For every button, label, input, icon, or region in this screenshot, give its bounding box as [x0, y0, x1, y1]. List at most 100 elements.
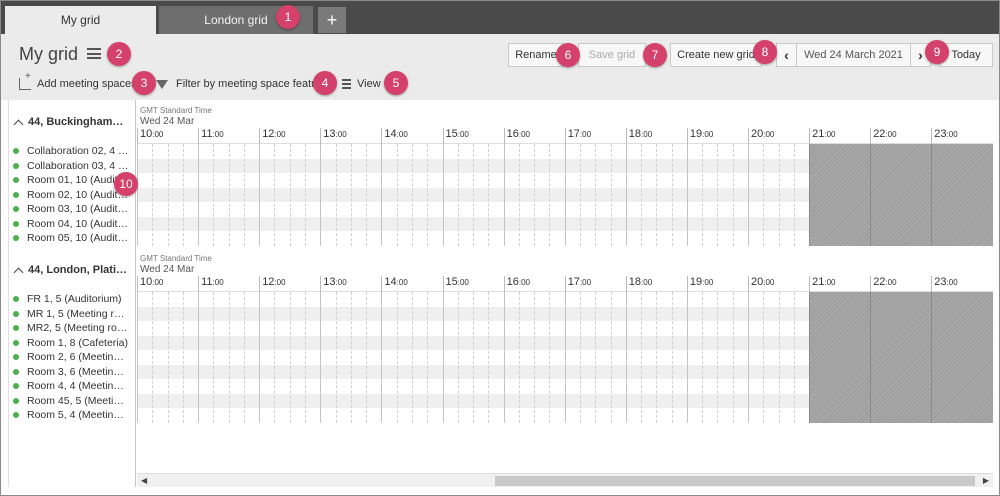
hour-tick: [259, 276, 261, 292]
group-header[interactable]: 44, London, Plati…: [9, 248, 137, 292]
hour-value: 16: [506, 276, 519, 288]
hour-label: 20:00: [748, 128, 774, 140]
room-row[interactable]: Room 1, 8 (Cafeteria): [9, 336, 137, 351]
grid-line: [442, 292, 444, 423]
grid-line: [641, 144, 643, 246]
scroll-right-icon[interactable]: ▶: [983, 476, 989, 485]
hour-label: 12:00: [259, 128, 285, 140]
hour-tick: [503, 128, 505, 144]
hour-value: 14: [384, 276, 397, 288]
timeline-grid: GMT Standard Time Wed 24 Mar 10:00 11:00 1…: [137, 100, 993, 472]
hour-value: 22: [873, 128, 886, 140]
callout-badge: 5: [384, 71, 408, 95]
view-label: View: [357, 78, 381, 90]
status-dot-icon: [13, 162, 19, 169]
hour-label: 17:00: [565, 276, 591, 288]
room-row[interactable]: Room 45, 5 (Meeti…: [9, 394, 137, 409]
horizontal-scrollbar[interactable]: ◀ ▶: [137, 473, 993, 487]
status-dot-icon: [13, 325, 19, 332]
menu-icon[interactable]: [87, 48, 101, 59]
room-name: Room 45, 5 (Meeti…: [27, 394, 124, 407]
create-new-grid-button[interactable]: Create new grid: [670, 43, 762, 67]
room-row[interactable]: MR 1, 5 (Meeting r…: [9, 307, 137, 322]
date-picker[interactable]: Wed 24 March 2021: [796, 43, 911, 67]
grid-line: [610, 144, 612, 246]
room-row[interactable]: MR2, 5 (Meeting ro…: [9, 321, 137, 336]
grid-line: [411, 292, 413, 423]
grid-line: [564, 292, 566, 423]
grid-line: [366, 144, 368, 246]
hour-value: 11: [201, 276, 213, 288]
grid-line: [671, 292, 673, 423]
room-name: Room 3, 6 (Meetin…: [27, 365, 124, 378]
grid-line: [549, 144, 551, 246]
hour-tick: [137, 128, 138, 144]
hour-label: 22:00: [870, 128, 896, 140]
grid-line: [503, 292, 505, 423]
grid-line: [167, 144, 169, 246]
hour-tick: [564, 128, 566, 144]
room-row[interactable]: Room 05, 10 (Audit…: [9, 231, 137, 246]
grid-line: [289, 292, 291, 423]
grid-line: [228, 144, 230, 246]
scroll-left-icon[interactable]: ◀: [141, 476, 147, 485]
tab-my-grid[interactable]: My grid: [5, 6, 156, 34]
status-dot-icon: [13, 220, 19, 227]
hour-tick: [259, 128, 261, 144]
grid-line: [213, 292, 215, 423]
room-row[interactable]: Collaboration 02, 4 …: [9, 144, 137, 159]
filter-button[interactable]: Filter by meeting space feature: [156, 78, 327, 90]
scroll-thumb[interactable]: [495, 476, 975, 486]
room-row[interactable]: Collaboration 03, 4 …: [9, 159, 137, 174]
hour-label: 19:00: [687, 276, 713, 288]
booking-grid[interactable]: [137, 292, 993, 424]
status-dot-icon: [13, 148, 19, 155]
hour-label: 15:00: [443, 276, 469, 288]
status-dot-icon: [13, 397, 19, 404]
grid-line: [549, 292, 551, 423]
room-row[interactable]: Room 03, 10 (Audit…: [9, 202, 137, 217]
room-row[interactable]: FR 1, 5 (Auditorium): [9, 292, 137, 307]
hour-value: 18: [628, 128, 642, 140]
grid-line: [228, 292, 230, 423]
grid-line: [809, 144, 811, 246]
hour-tick: [198, 128, 200, 144]
minutes-suffix: :00: [579, 278, 592, 287]
hour-value: 19: [689, 128, 703, 140]
grid-line: [442, 144, 444, 246]
hour-tick: [809, 276, 811, 292]
hour-label: 23:00: [931, 276, 957, 288]
callout-badge: 2: [107, 42, 131, 66]
save-grid-button[interactable]: Save grid: [578, 43, 646, 67]
room-name: FR 1, 5 (Auditorium): [27, 293, 122, 306]
hour-value: 23: [934, 276, 947, 288]
room-row[interactable]: Room 4, 4 (Meetin…: [9, 379, 137, 394]
hour-value: 12: [262, 276, 275, 288]
hour-label: 13:00: [320, 128, 346, 140]
add-meeting-spaces-button[interactable]: Add meeting spaces: [19, 71, 137, 90]
collapse-caret-icon: [13, 267, 24, 277]
callout-badge: 6: [556, 43, 580, 67]
minutes-suffix: :00: [641, 130, 653, 139]
add-tab-button[interactable]: +: [318, 7, 346, 33]
grid-line: [671, 144, 673, 246]
prev-day-button[interactable]: ‹: [776, 43, 796, 67]
booking-grid[interactable]: [137, 144, 993, 248]
grid-line: [259, 144, 261, 246]
room-row[interactable]: Room 2, 6 (Meetin…: [9, 350, 137, 365]
group-header[interactable]: 44, Buckingham…: [9, 100, 137, 144]
hour-label: 17:00: [565, 128, 591, 140]
hour-tick: [686, 276, 688, 292]
view-button[interactable]: View: [339, 78, 381, 90]
hour-tick: [870, 276, 872, 292]
minutes-suffix: :00: [396, 130, 408, 139]
room-row[interactable]: Room 3, 6 (Meetin…: [9, 365, 137, 380]
hour-value: 21: [812, 128, 825, 140]
group-name: 44, Buckingham…: [28, 116, 124, 128]
room-row[interactable]: Room 04, 10 (Audit…: [9, 217, 137, 232]
room-row[interactable]: Room 5, 4 (Meetin…: [9, 408, 137, 423]
hour-value: 17: [567, 128, 580, 140]
hour-label: 14:00: [381, 128, 407, 140]
grid-line: [457, 292, 459, 423]
status-dot-icon: [13, 310, 19, 317]
